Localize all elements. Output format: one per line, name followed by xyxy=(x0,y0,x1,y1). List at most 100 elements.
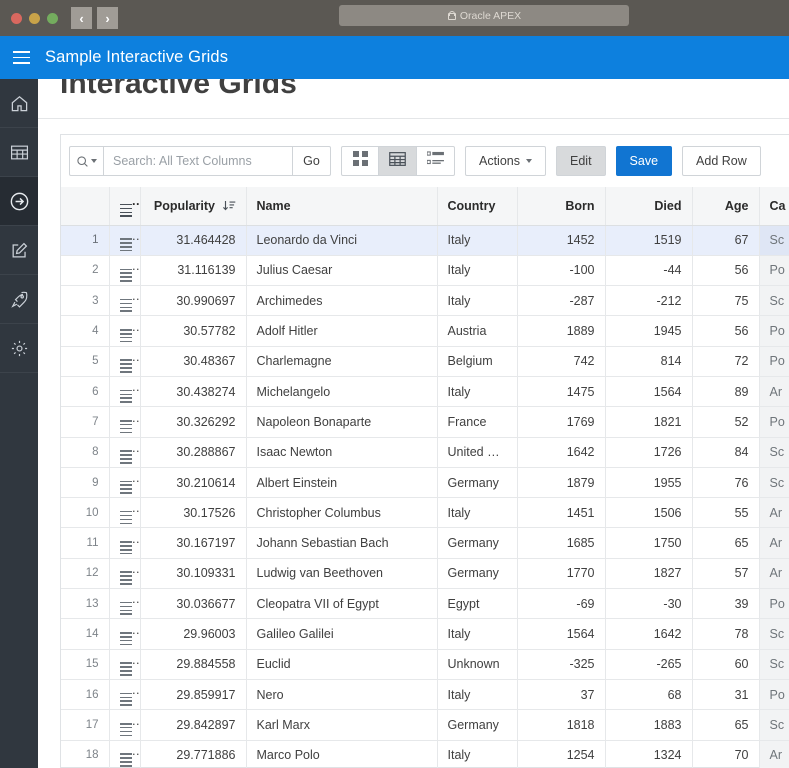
cell-born[interactable]: 37 xyxy=(517,679,606,711)
row-actions-button[interactable] xyxy=(109,376,141,408)
cell-country[interactable]: Italy xyxy=(437,376,518,408)
header-popularity[interactable]: Popularity xyxy=(140,187,247,226)
save-button[interactable]: Save xyxy=(615,146,673,176)
cell-died[interactable]: -44 xyxy=(605,255,693,287)
cell-popularity[interactable]: 30.167197 xyxy=(140,527,247,559)
cell-died[interactable]: 1821 xyxy=(605,406,693,438)
cell-category[interactable]: Po xyxy=(759,255,789,287)
table-row[interactable]: 15 29.884558 Euclid Unknown -325 -265 60 Sc xyxy=(61,649,789,680)
cell-country[interactable]: United Kin… xyxy=(437,437,518,468)
nav-menu-toggle-icon[interactable] xyxy=(0,36,43,79)
cell-country[interactable]: Germany xyxy=(437,558,518,590)
cell-died[interactable]: 1750 xyxy=(605,527,693,559)
cell-name[interactable]: Cleopatra VII of Egypt xyxy=(246,588,438,620)
cell-popularity[interactable]: 29.96003 xyxy=(140,618,247,650)
table-row[interactable]: 17 29.842897 Karl Marx Germany 1818 1883 65 Sc xyxy=(61,709,789,741)
cell-country[interactable]: Belgium xyxy=(437,346,518,377)
cell-born[interactable]: 1818 xyxy=(517,709,606,741)
cell-age[interactable]: 78 xyxy=(692,618,760,650)
table-row[interactable]: 3 30.990697 Archimedes Italy -287 -212 75 Sc xyxy=(61,285,789,317)
cell-age[interactable]: 56 xyxy=(692,255,760,287)
cell-country[interactable]: Germany xyxy=(437,527,518,559)
table-row[interactable]: 12 30.109331 Ludwig van Beethoven Germany 17… xyxy=(61,558,789,590)
cell-category[interactable]: Ar xyxy=(759,527,789,559)
cell-name[interactable]: Archimedes xyxy=(246,285,438,317)
table-row[interactable]: 9 30.210614 Albert Einstein Germany 1879 1955… xyxy=(61,467,789,499)
cell-category[interactable]: Po xyxy=(759,315,789,347)
cell-born[interactable]: 1879 xyxy=(517,467,606,499)
cell-born[interactable]: 1564 xyxy=(517,618,606,650)
cell-category[interactable]: Sc xyxy=(759,709,789,741)
cell-age[interactable]: 75 xyxy=(692,285,760,317)
cell-age[interactable]: 57 xyxy=(692,558,760,590)
table-row[interactable]: 18 29.771886 Marco Polo Italy 1254 1324 70 Ar xyxy=(61,740,789,768)
table-row[interactable]: 8 30.288867 Isaac Newton United Kin… 1642 172… xyxy=(61,437,789,468)
cell-popularity[interactable]: 31.116139 xyxy=(140,255,247,287)
cell-name[interactable]: Nero xyxy=(246,679,438,711)
table-row[interactable]: 2 31.116139 Julius Caesar Italy -100 -44 56 Po xyxy=(61,255,789,287)
row-actions-button[interactable] xyxy=(109,709,141,741)
header-row-actions[interactable] xyxy=(109,187,141,226)
cell-country[interactable]: Egypt xyxy=(437,588,518,620)
cell-country[interactable]: Italy xyxy=(437,740,518,768)
cell-category[interactable]: Sc xyxy=(759,225,789,256)
cell-popularity[interactable]: 29.884558 xyxy=(140,649,247,680)
table-row[interactable]: 10 30.17526 Christopher Columbus Italy 1451 1… xyxy=(61,497,789,529)
cell-age[interactable]: 84 xyxy=(692,437,760,468)
header-died[interactable]: Died xyxy=(605,187,693,226)
cell-died[interactable]: 1519 xyxy=(605,225,693,256)
table-row[interactable]: 16 29.859917 Nero Italy 37 68 31 Po xyxy=(61,679,789,711)
cell-died[interactable]: -212 xyxy=(605,285,693,317)
search-go-button[interactable]: Go xyxy=(292,146,331,176)
cell-died[interactable]: 1506 xyxy=(605,497,693,529)
cell-born[interactable]: 1475 xyxy=(517,376,606,408)
cell-popularity[interactable]: 30.438274 xyxy=(140,376,247,408)
table-row[interactable]: 7 30.326292 Napoleon Bonaparte France 1769 18… xyxy=(61,406,789,438)
table-row[interactable]: 13 30.036677 Cleopatra VII of Egypt Egypt -6… xyxy=(61,588,789,620)
cell-popularity[interactable]: 30.109331 xyxy=(140,558,247,590)
cell-country[interactable]: Italy xyxy=(437,679,518,711)
cell-popularity[interactable]: 30.288867 xyxy=(140,437,247,468)
sidebar-item-home[interactable] xyxy=(0,79,38,128)
cell-age[interactable]: 72 xyxy=(692,346,760,377)
sidebar-item-forms[interactable] xyxy=(0,226,38,275)
minimize-window-button[interactable] xyxy=(29,12,40,24)
cell-born[interactable]: 742 xyxy=(517,346,606,377)
cell-name[interactable]: Julius Caesar xyxy=(246,255,438,287)
back-button[interactable]: ‹ xyxy=(71,7,92,29)
cell-name[interactable]: Adolf Hitler xyxy=(246,315,438,347)
search-icon[interactable] xyxy=(69,146,104,176)
cell-born[interactable]: 1642 xyxy=(517,437,606,468)
cell-born[interactable]: -287 xyxy=(517,285,606,317)
cell-age[interactable]: 31 xyxy=(692,679,760,711)
cell-category[interactable]: Ar xyxy=(759,558,789,590)
sidebar-item-interactive-grids[interactable] xyxy=(0,177,38,226)
cell-country[interactable]: Italy xyxy=(437,285,518,317)
search-input[interactable] xyxy=(104,146,292,176)
row-actions-button[interactable] xyxy=(109,527,141,559)
actions-button[interactable]: Actions xyxy=(465,146,546,176)
cell-born[interactable]: 1769 xyxy=(517,406,606,438)
cell-popularity[interactable]: 30.57782 xyxy=(140,315,247,347)
cell-name[interactable]: Christopher Columbus xyxy=(246,497,438,529)
cell-popularity[interactable]: 29.771886 xyxy=(140,740,247,768)
sidebar-item-launch[interactable] xyxy=(0,275,38,324)
maximize-window-button[interactable] xyxy=(47,12,58,24)
cell-country[interactable]: Austria xyxy=(437,315,518,347)
cell-popularity[interactable]: 30.036677 xyxy=(140,588,247,620)
cell-age[interactable]: 39 xyxy=(692,588,760,620)
cell-category[interactable]: Sc xyxy=(759,649,789,680)
cell-name[interactable]: Albert Einstein xyxy=(246,467,438,499)
cell-born[interactable]: -325 xyxy=(517,649,606,680)
cell-country[interactable]: Italy xyxy=(437,255,518,287)
cell-died[interactable]: -265 xyxy=(605,649,693,680)
cell-age[interactable]: 52 xyxy=(692,406,760,438)
row-actions-button[interactable] xyxy=(109,740,141,768)
add-row-button[interactable]: Add Row xyxy=(682,146,761,176)
sidebar-item-settings[interactable] xyxy=(0,324,38,373)
cell-age[interactable]: 65 xyxy=(692,527,760,559)
cell-country[interactable]: Italy xyxy=(437,225,518,256)
cell-category[interactable]: Ar xyxy=(759,740,789,768)
cell-age[interactable]: 70 xyxy=(692,740,760,768)
grid-scroll-container[interactable]: Popularity Name Country Born Died Age Ca… xyxy=(61,187,789,768)
